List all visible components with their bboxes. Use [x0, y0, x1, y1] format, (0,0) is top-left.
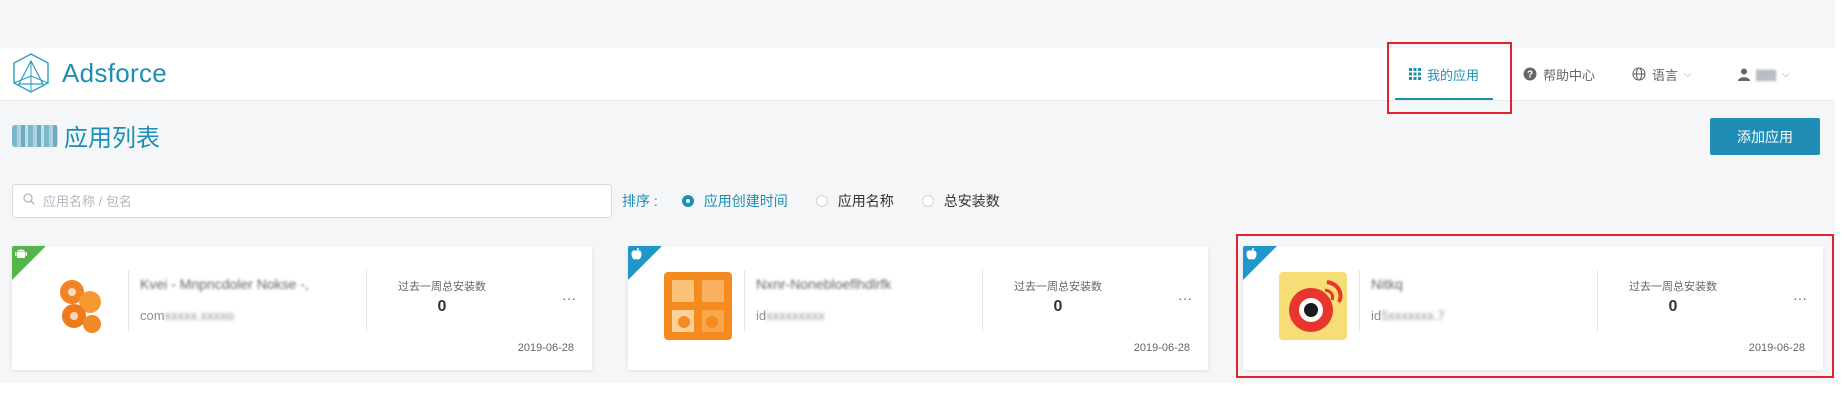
weekly-installs-value: 0	[1053, 298, 1063, 315]
created-date: 2019-06-28	[517, 342, 574, 354]
nav-language-dropdown[interactable]: 语言 ⌵	[1632, 48, 1692, 100]
highlight-box-card	[1236, 234, 1834, 378]
weekly-installs-label: 过去一周总安装数	[1014, 281, 1102, 293]
nav-user-menu[interactable]: ▆▆ ⌵	[1738, 48, 1790, 100]
apple-icon	[631, 248, 642, 262]
question-circle-icon: ?	[1523, 67, 1537, 81]
weekly-installs-label: 过去一周总安装数	[398, 281, 486, 293]
radio-icon	[921, 195, 934, 207]
highlight-box-nav	[1387, 42, 1512, 114]
brand-logo[interactable]: Adsforce	[10, 52, 167, 94]
add-app-button[interactable]: 添加应用	[1710, 118, 1820, 155]
sort-option-app-name[interactable]: 应用名称	[815, 191, 894, 211]
sort-option-created-time[interactable]: 应用创建时间	[681, 191, 788, 211]
app-name: Kvei - Mnpncdoler Nokse -,	[140, 276, 309, 292]
adsforce-logo-icon	[13, 53, 49, 93]
chevron-down-icon: ⌵	[1782, 68, 1790, 80]
search-icon	[23, 192, 35, 210]
radio-selected-icon	[681, 195, 694, 207]
app-store-id: idxxxxxxxxx	[756, 308, 825, 323]
globe-icon	[1632, 67, 1646, 81]
created-date: 2019-06-28	[1133, 342, 1190, 354]
android-icon	[15, 248, 27, 262]
more-options-icon[interactable]: ···	[1178, 290, 1192, 306]
nav-language-label: 语言	[1652, 67, 1679, 83]
page-heading: 应用列表	[12, 118, 160, 153]
nav-help-label: 帮助中心	[1543, 67, 1596, 83]
svg-text:?: ?	[1527, 70, 1533, 81]
divider	[128, 270, 129, 332]
app-icon	[662, 270, 734, 342]
app-card[interactable]: Nxnr-Nonebloeflhdlrfk idxxxxxxxxx 过去一周总安…	[628, 246, 1208, 370]
divider	[744, 270, 745, 332]
more-options-icon[interactable]: ···	[562, 290, 576, 306]
brand-name: Adsforce	[62, 57, 168, 88]
divider	[366, 270, 367, 332]
screen: Adsforce 我的应用 ? 帮助中心 语言 ⌵ ▆▆ ⌵ 应用列表 添加应用…	[0, 0, 1847, 406]
search-box[interactable]	[12, 184, 612, 218]
divider	[982, 270, 983, 332]
account-name-blurred	[12, 124, 58, 147]
nav-help-center[interactable]: ? 帮助中心	[1523, 48, 1595, 100]
chevron-down-icon: ⌵	[1684, 68, 1692, 80]
sort-option-total-installs[interactable]: 总安装数	[921, 191, 1000, 211]
app-package-id: comxxxxx.xxxxo	[140, 308, 234, 323]
weekly-installs-value: 0	[437, 298, 447, 315]
user-name: ▆▆	[1756, 66, 1776, 81]
app-icon	[46, 270, 118, 342]
radio-icon	[815, 195, 828, 207]
page-title: 应用列表	[64, 125, 160, 152]
user-icon	[1738, 68, 1750, 81]
app-name: Nxnr-Nonebloeflhdlrfk	[756, 276, 892, 292]
app-card[interactable]: Kvei - Mnpncdoler Nokse -, comxxxxx.xxxx…	[12, 246, 592, 370]
sort-options: 排序 : 应用创建时间 应用名称 总安装数	[622, 190, 1028, 212]
sort-label: 排序 :	[622, 193, 658, 209]
search-input[interactable]	[41, 192, 605, 210]
